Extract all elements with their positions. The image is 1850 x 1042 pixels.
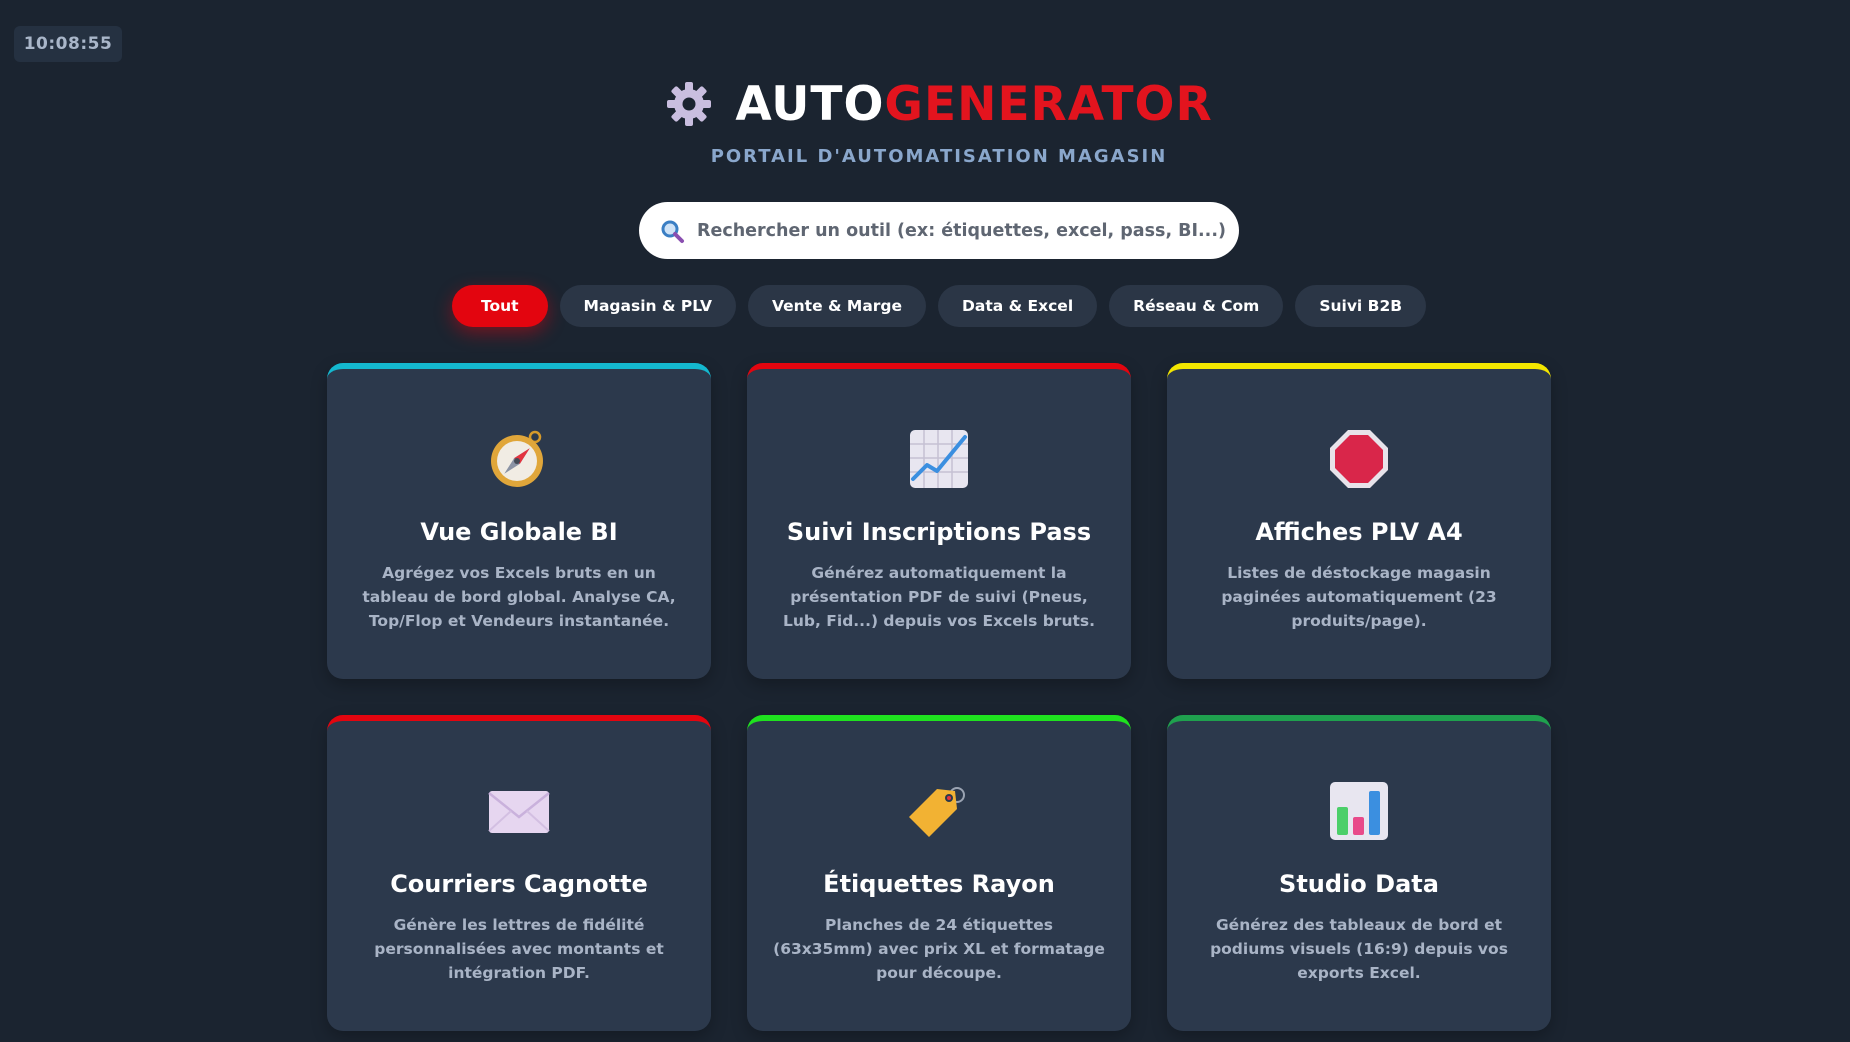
app-title-part1: AUTO [735,76,885,132]
tool-grid: Vue Globale BI Agrégez vos Excels bruts … [327,363,1551,1031]
card-description: Listes de déstockage magasin paginées au… [1221,564,1497,630]
card-title: Affiches PLV A4 [1255,518,1463,546]
tool-card[interactable]: Studio Data Générez des tableaux de bord… [1167,715,1551,1031]
card-title: Étiquettes Rayon [823,870,1055,898]
filter-chip-vente-marge[interactable]: Vente & Marge [747,285,927,327]
envelope-icon [488,791,550,833]
filter-chip-suivi-b2b[interactable]: Suivi B2B [1295,285,1427,327]
bar-chart-icon [1330,782,1388,840]
card-title: Studio Data [1279,870,1439,898]
card-title: Courriers Cagnotte [390,870,648,898]
card-description: Planches de 24 étiquettes (63x35mm) avec… [773,916,1105,982]
subtitle: PORTAIL D'AUTOMATISATION MAGASIN [710,146,1168,167]
gear-icon [667,82,712,126]
search-bar[interactable] [639,202,1239,259]
app-title: AUTOGENERATOR [735,77,1212,132]
card-description: Générez des tableaux de bord et podiums … [1210,916,1508,982]
tool-card[interactable]: Vue Globale BI Agrégez vos Excels bruts … [327,363,711,679]
app-title-part2: GENERATOR [884,76,1213,132]
header: AUTOGENERATOR PORTAIL D'AUTOMATISATION M… [0,74,1850,167]
clock: 10:08:55 [14,26,122,62]
filter-chip-reseau-com[interactable]: Réseau & Com [1109,285,1284,327]
filter-chip-tout[interactable]: Tout [451,285,548,327]
brand-logo: AUTOGENERATOR [665,74,1212,134]
filter-bar: Tout Magasin & PLV Vente & Marge Data & … [0,285,1850,327]
tool-card[interactable]: Affiches PLV A4 Listes de déstockage mag… [1167,363,1551,679]
card-description: Agrégez vos Excels bruts en un tableau d… [362,564,676,630]
tool-card[interactable]: Courriers Cagnotte Génère les lettres de… [327,715,711,1031]
filter-chip-magasin-plv[interactable]: Magasin & PLV [559,285,736,327]
search-input[interactable] [697,220,1239,241]
chart-increasing-icon [910,430,968,488]
tool-card[interactable]: Étiquettes Rayon Planches de 24 étiquett… [747,715,1131,1031]
filter-chip-data-excel[interactable]: Data & Excel [938,285,1098,327]
card-title: Suivi Inscriptions Pass [786,518,1092,546]
label-tag-icon [909,787,965,837]
stop-sign-icon [1330,430,1388,488]
tool-card[interactable]: Suivi Inscriptions Pass Générez automati… [747,363,1131,679]
compass-icon [491,430,543,487]
search-icon [661,220,684,243]
card-description: Générez automatiquement la présentation … [783,564,1095,630]
card-title: Vue Globale BI [420,518,618,546]
card-description: Génère les lettres de fidélité personnal… [374,916,664,982]
